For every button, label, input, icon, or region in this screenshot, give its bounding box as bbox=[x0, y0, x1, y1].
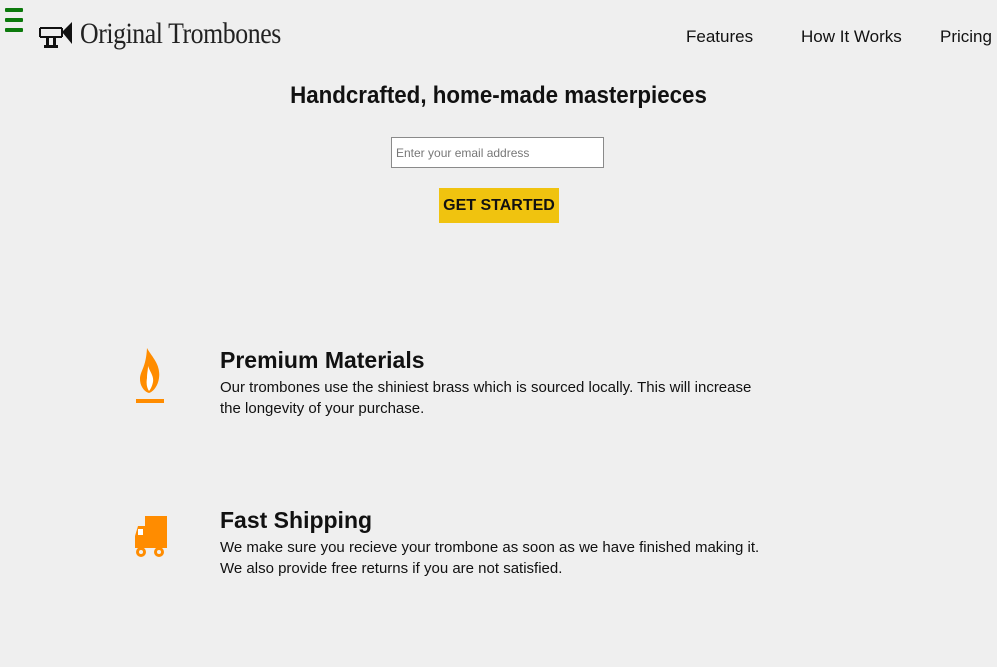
feature-description: We make sure you recieve your trombone a… bbox=[220, 539, 760, 577]
menu-bar bbox=[5, 8, 23, 12]
site-logo[interactable]: Original Trombones bbox=[38, 16, 314, 52]
truck-icon bbox=[135, 516, 167, 557]
logo-text: Original Trombones bbox=[80, 17, 281, 50]
feature-title: Fast Shipping bbox=[220, 507, 373, 533]
trombone-logo-icon bbox=[39, 22, 72, 48]
menu-bar bbox=[5, 18, 23, 22]
menu-bar bbox=[5, 28, 23, 32]
feature-title: Premium Materials bbox=[220, 347, 425, 373]
flame-icon bbox=[136, 348, 164, 403]
get-started-button[interactable]: GET STARTED bbox=[439, 188, 559, 223]
email-input[interactable] bbox=[391, 137, 604, 168]
hero-title: Handcrafted, home-made masterpieces bbox=[290, 82, 707, 109]
nav-link-features[interactable]: Features bbox=[686, 27, 753, 47]
landing-page: Original Trombones Features How It Works… bbox=[0, 0, 997, 667]
nav-link-how-it-works[interactable]: How It Works bbox=[801, 27, 902, 47]
nav-link-pricing[interactable]: Pricing bbox=[940, 27, 992, 47]
feature-description: Our trombones use the shiniest brass whi… bbox=[220, 379, 752, 417]
hamburger-menu-icon[interactable] bbox=[5, 8, 23, 32]
